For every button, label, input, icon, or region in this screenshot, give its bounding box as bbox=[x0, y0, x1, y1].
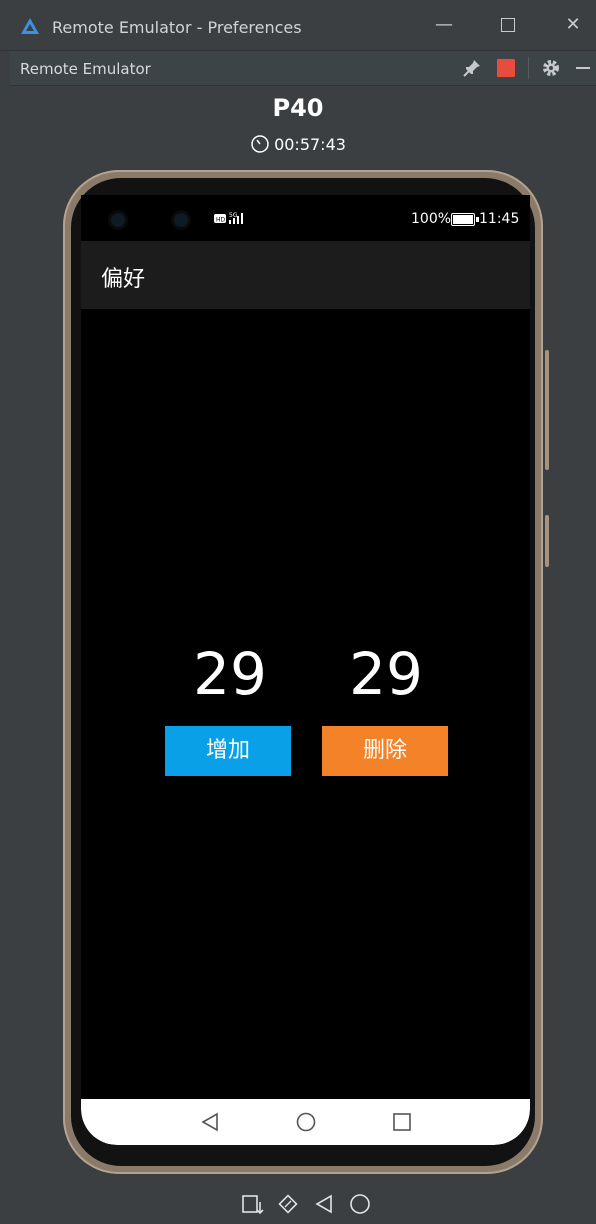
session-timer: 00:57:43 bbox=[0, 134, 596, 154]
stop-icon[interactable] bbox=[497, 59, 515, 77]
add-button[interactable]: 增加 bbox=[165, 726, 291, 776]
timer-text: 00:57:43 bbox=[274, 135, 346, 154]
front-camera bbox=[111, 213, 125, 227]
pin-icon[interactable] bbox=[461, 57, 483, 79]
power-key bbox=[545, 515, 549, 567]
device-name: P40 bbox=[272, 94, 324, 122]
navigation-bar bbox=[81, 1099, 530, 1145]
counter-value-left: 29 bbox=[193, 640, 267, 708]
app-header: 偏好 bbox=[81, 241, 530, 309]
screenshot-icon[interactable] bbox=[240, 1192, 264, 1216]
front-camera-2 bbox=[174, 213, 188, 227]
back-icon[interactable] bbox=[312, 1192, 336, 1216]
close-button[interactable]: ✕ bbox=[561, 13, 585, 37]
phone-screen[interactable]: HD 5G 100% 11:45 偏好 29 29 增加 删除 bbox=[81, 195, 530, 1145]
hide-icon[interactable] bbox=[576, 67, 590, 69]
tool-window-title: Remote Emulator bbox=[20, 60, 151, 78]
emulator-controls bbox=[240, 1192, 380, 1216]
toolbar-separator bbox=[528, 57, 529, 79]
battery-percent: 100% bbox=[411, 211, 452, 227]
delete-button[interactable]: 删除 bbox=[322, 726, 448, 776]
svg-text:HD: HD bbox=[216, 217, 226, 224]
app-logo-icon bbox=[21, 18, 39, 34]
tool-window-header: Remote Emulator bbox=[10, 51, 596, 86]
window-title: Remote Emulator - Preferences bbox=[52, 18, 302, 37]
window-title-bar: Remote Emulator - Preferences — ✕ bbox=[0, 0, 596, 51]
counter-value-right: 29 bbox=[349, 640, 423, 708]
home-icon[interactable] bbox=[295, 1111, 317, 1133]
status-time: 11:45 bbox=[479, 211, 520, 227]
battery-icon bbox=[451, 213, 479, 226]
back-icon[interactable] bbox=[199, 1111, 221, 1133]
volume-key bbox=[545, 350, 549, 470]
minimize-button[interactable]: — bbox=[432, 13, 456, 37]
network-type-label: 5G bbox=[229, 212, 238, 219]
rotate-icon[interactable] bbox=[276, 1192, 300, 1216]
recent-apps-icon[interactable] bbox=[391, 1111, 413, 1133]
gear-icon[interactable] bbox=[541, 58, 561, 78]
timer-icon bbox=[251, 135, 269, 153]
app-title: 偏好 bbox=[101, 267, 146, 292]
home-icon[interactable] bbox=[348, 1192, 372, 1216]
status-bar: HD 5G 100% 11:45 bbox=[81, 195, 530, 241]
maximize-button[interactable] bbox=[496, 13, 520, 37]
signal-icon: HD 5G bbox=[214, 212, 243, 224]
